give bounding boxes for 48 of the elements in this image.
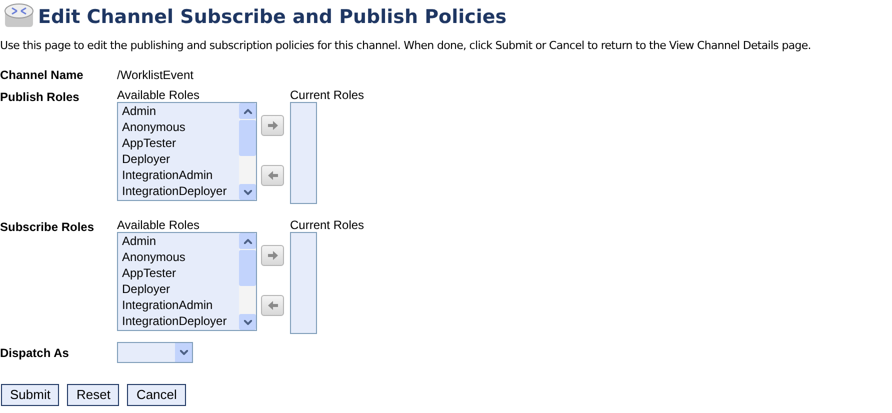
role-option[interactable]: Anonymous <box>122 249 239 265</box>
column-heading: Available Roles <box>117 218 200 232</box>
current-roles-list[interactable] <box>290 102 317 204</box>
scroll-up-icon[interactable] <box>239 233 256 249</box>
scroll-thumb[interactable] <box>239 120 256 156</box>
remove-role-button[interactable] <box>261 295 284 316</box>
channel-name-value: /WorklistEvent <box>117 67 194 84</box>
column-heading: Available Roles <box>117 88 200 102</box>
right-arrow-icon <box>268 251 278 260</box>
role-option[interactable]: Admin <box>122 103 239 119</box>
role-option[interactable]: IntegrationAdmin <box>122 167 239 183</box>
page-description: Use this page to edit the publishing and subscription policies for this channel. When done, click Submit or Cancel to return to the View Channel Details page. <box>0 38 812 54</box>
form-button[interactable]: Cancel <box>127 384 186 406</box>
field-label: Subscribe Roles <box>0 219 96 236</box>
current-roles-list[interactable] <box>290 232 317 334</box>
add-role-button[interactable] <box>261 115 284 136</box>
scroll-down-icon[interactable] <box>239 184 256 200</box>
right-arrow-icon <box>268 121 278 130</box>
available-roles-list[interactable]: Admin Anonymous AppTester Deployer IntegrationAdmin IntegrationDeployer <box>117 232 257 331</box>
scrollbar[interactable] <box>239 233 256 330</box>
role-option[interactable]: IntegrationDeployer <box>122 313 239 329</box>
role-option[interactable]: Anonymous <box>122 119 239 135</box>
form-button[interactable]: Submit <box>1 384 60 406</box>
role-option[interactable]: IntegrationDeployer <box>122 183 239 199</box>
dispatch-as-select[interactable] <box>117 342 193 363</box>
role-option[interactable]: Admin <box>122 233 239 249</box>
left-arrow-icon <box>268 301 278 310</box>
form-button[interactable]: Reset <box>67 384 120 406</box>
field-label: Publish Roles <box>0 89 80 106</box>
role-option[interactable]: IntegrationAdmin <box>122 297 239 313</box>
scroll-thumb[interactable] <box>239 250 256 286</box>
page-title: Edit Channel Subscribe and Publish Policies <box>38 5 507 30</box>
column-heading: Current Roles <box>290 88 364 102</box>
scrollbar[interactable] <box>239 103 256 200</box>
role-option[interactable]: Deployer <box>122 281 239 297</box>
caret-icon <box>180 350 188 355</box>
scroll-up-icon[interactable] <box>239 103 256 119</box>
field-label: Channel Name <box>0 67 84 84</box>
role-option[interactable]: AppTester <box>122 135 239 151</box>
field-label: Dispatch As <box>0 344 70 362</box>
left-arrow-icon <box>268 171 278 180</box>
add-role-button[interactable] <box>261 245 284 266</box>
column-heading: Current Roles <box>290 218 364 232</box>
remove-role-button[interactable] <box>261 165 284 186</box>
available-roles-list[interactable]: Admin Anonymous AppTester Deployer IntegrationAdmin IntegrationDeployer <box>117 102 257 201</box>
role-option[interactable]: Deployer <box>122 151 239 167</box>
role-option[interactable]: AppTester <box>122 265 239 281</box>
scroll-down-icon[interactable] <box>239 314 256 330</box>
